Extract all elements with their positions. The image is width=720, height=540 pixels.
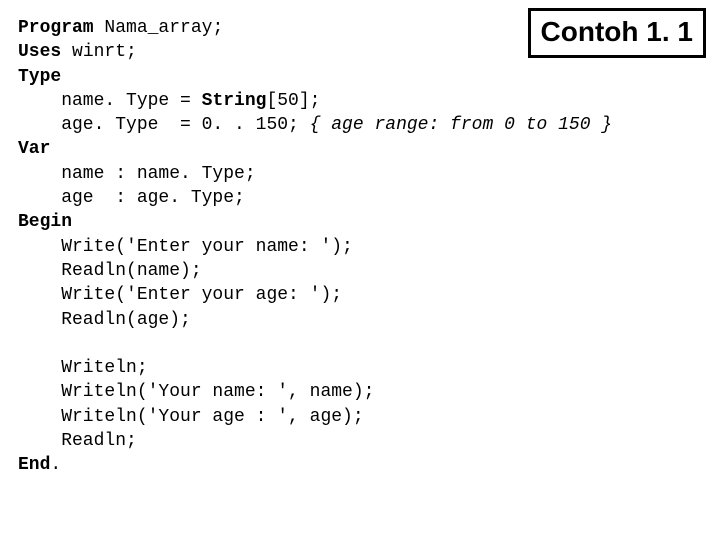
code-text: Readln(age); (18, 310, 191, 330)
code-text: name. Type = (18, 91, 202, 111)
code-text: name : name. Type; (18, 164, 256, 184)
kw-begin: Begin (18, 212, 72, 232)
code-text: Write('Enter your name: '); (18, 237, 353, 257)
code-text: Writeln('Your name: ', name); (18, 382, 374, 402)
code-text: . (50, 455, 61, 475)
blank-line (18, 334, 29, 354)
kw-string: String (202, 91, 267, 111)
code-text: Nama_array; (94, 18, 224, 38)
kw-program: Program (18, 18, 94, 38)
example-label-box: Contoh 1. 1 (528, 8, 706, 58)
kw-type: Type (18, 67, 61, 87)
code-text: age : age. Type; (18, 188, 245, 208)
code-text: Write('Enter your age: '); (18, 285, 342, 305)
kw-end: End (18, 455, 50, 475)
comment: { age range: from 0 to 150 } (310, 115, 612, 135)
code-text: [50]; (266, 91, 320, 111)
code-text: age. Type = 0. . 150; (18, 115, 310, 135)
example-label-text: Contoh 1. 1 (541, 16, 693, 47)
kw-uses: Uses (18, 42, 61, 62)
code-text: Writeln; (18, 358, 148, 378)
code-text: Readln; (18, 431, 137, 451)
code-text: winrt; (61, 42, 137, 62)
kw-var: Var (18, 139, 50, 159)
code-text: Readln(name); (18, 261, 202, 281)
code-block: Program Nama_array; Uses winrt; Type nam… (0, 0, 720, 478)
code-text: Writeln('Your age : ', age); (18, 407, 364, 427)
